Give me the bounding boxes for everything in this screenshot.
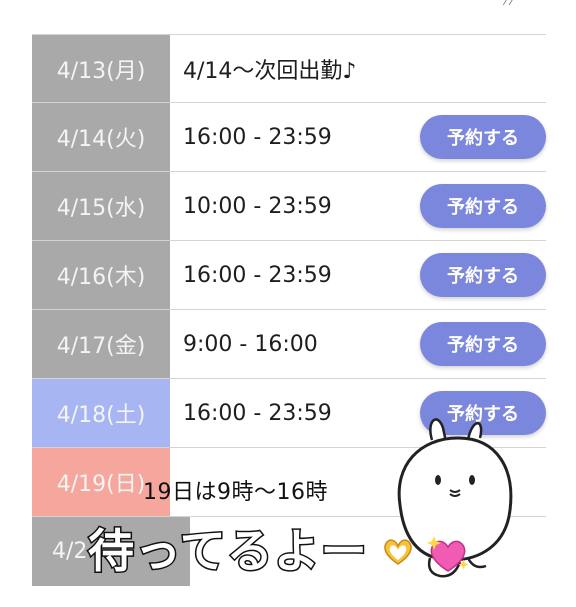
time-text: 16:00 - 23:59 <box>183 124 332 150</box>
date-cell: 4/14(火) <box>32 103 170 171</box>
schedule-row: 4/15(水) 10:00 - 23:59 予約する <box>32 172 546 241</box>
schedule-row: 4/13(月) 4/14〜次回出勤♪ <box>32 34 546 103</box>
time-text: 4/14〜次回出勤♪ <box>183 58 357 84</box>
schedule-row: 4/14(火) 16:00 - 23:59 予約する <box>32 103 546 172</box>
date-cell: 4/17(金) <box>32 310 170 378</box>
reserve-button[interactable]: 予約する <box>420 115 546 159</box>
time-cell: 9:00 - 16:00 予約する <box>170 310 546 378</box>
time-cell: 16:00 - 23:59 予約する <box>170 103 546 171</box>
time-text: 16:00 - 23:59 <box>183 400 332 426</box>
date-cell: 4/15(水) <box>32 172 170 240</box>
time-cell: 16:00 - 23:59 予約する <box>170 241 546 309</box>
schedule-row: 4/17(金) 9:00 - 16:00 予約する <box>32 310 546 379</box>
overlay-stamp-text: 待ってるよー <box>87 523 369 580</box>
schedule-row: 4/16(木) 16:00 - 23:59 予約する <box>32 241 546 310</box>
time-text: 16:00 - 23:59 <box>183 262 332 288</box>
date-cell-saturday: 4/18(土) <box>32 379 170 447</box>
time-text: 10:00 - 23:59 <box>183 193 332 219</box>
time-cell: 4/14〜次回出勤♪ <box>170 35 546 102</box>
reserve-button[interactable]: 予約する <box>420 253 546 297</box>
date-cell: 4/16(木) <box>32 241 170 309</box>
overlay-caption: 19日は9時〜16時 <box>143 480 328 505</box>
time-text: 9:00 - 16:00 <box>183 331 318 357</box>
reserve-button[interactable]: 予約する <box>420 322 546 366</box>
date-cell: 4/13(月) <box>32 35 170 102</box>
cropped-top-icon: ⁄ ⁄ <box>505 0 513 8</box>
reserve-button[interactable]: 予約する <box>420 184 546 228</box>
heart-hands-icon <box>384 539 412 565</box>
time-cell: 10:00 - 23:59 予約する <box>170 172 546 240</box>
sparkling-heart-icon <box>427 536 469 572</box>
